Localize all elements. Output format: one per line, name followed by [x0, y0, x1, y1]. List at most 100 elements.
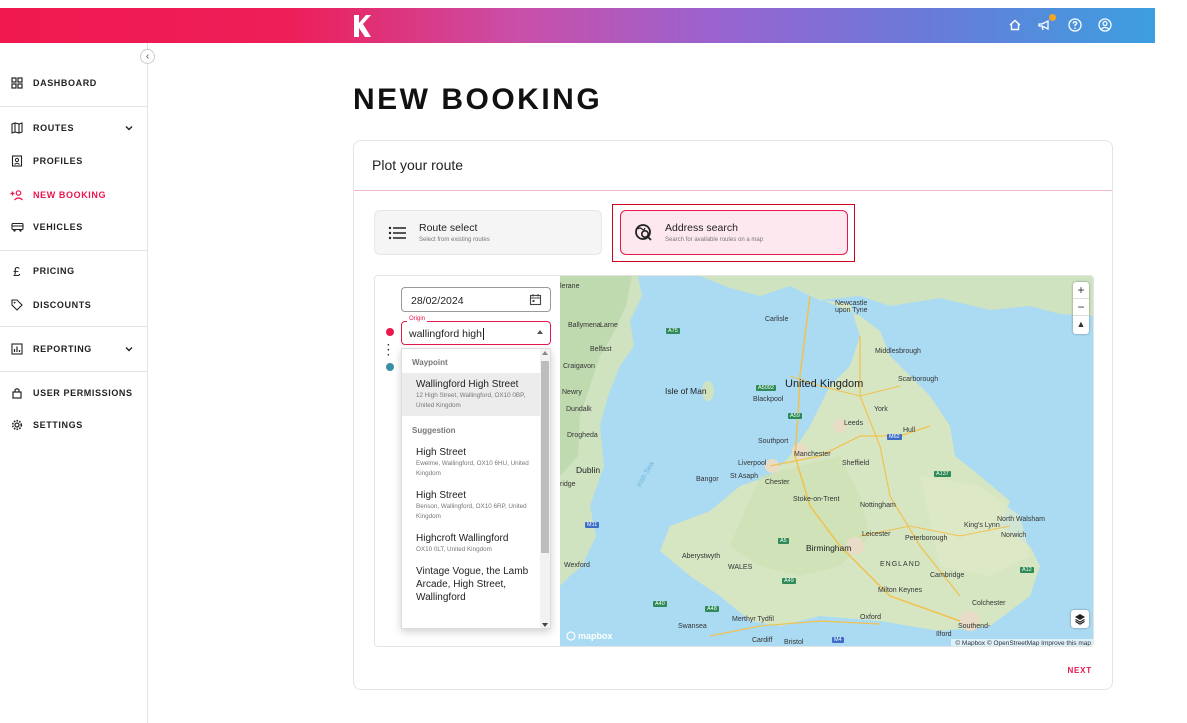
map-label: Dundalk — [566, 406, 592, 413]
map-label: Southport — [758, 438, 789, 445]
bus-icon — [10, 220, 24, 234]
mapbox-logo[interactable]: mapbox — [566, 631, 613, 641]
help-icon[interactable] — [1067, 17, 1083, 33]
address-search-option[interactable]: Address search Search for available rout… — [620, 210, 848, 255]
map-label: Sheffield — [842, 460, 870, 467]
scroll-down-icon[interactable] — [542, 623, 548, 627]
option-title: Wallingford High Street — [416, 379, 519, 390]
map-view[interactable]: lerane Ballymena Larne Belfast Craigavon… — [560, 276, 1093, 646]
origin-marker — [386, 328, 394, 336]
sidebar-item-settings[interactable]: SETTINGS — [0, 415, 147, 435]
map-label: Cardiff — [752, 637, 773, 644]
map-label: ENGLAND — [880, 561, 921, 568]
map-label: Dublin — [576, 465, 601, 475]
sidebar-item-profiles[interactable]: PROFILES — [0, 151, 147, 171]
sidebar-item-dashboard[interactable]: DASHBOARD — [0, 73, 147, 93]
map-label: WALES — [728, 564, 753, 571]
sidebar-item-reporting[interactable]: REPORTING — [0, 339, 147, 359]
dropdown-option[interactable]: Vintage Vogue, the Lamb Arcade, High Str… — [402, 560, 550, 609]
sidebar-item-label: DASHBOARD — [33, 78, 97, 88]
road-label: A48 — [705, 606, 719, 612]
sidebar-item-label: REPORTING — [33, 344, 92, 354]
sidebar-divider — [0, 106, 147, 107]
dropdown-scrollbar[interactable] — [540, 349, 550, 628]
gear-icon — [10, 418, 24, 432]
sidebar-item-discounts[interactable]: DISCOUNTS — [0, 295, 147, 315]
map-label: Colchester — [972, 600, 1006, 607]
map-label: Newry — [562, 389, 582, 396]
map-label: Hull — [903, 427, 916, 434]
mapbox-icon — [566, 631, 576, 641]
chevron-down-icon[interactable] — [123, 343, 135, 355]
destination-marker — [386, 363, 394, 371]
dropdown-option[interactable]: High Street Ewelme, Wallingford, OX10 6H… — [402, 441, 550, 484]
route-select-title: Route select — [419, 222, 478, 234]
scrollbar-thumb[interactable] — [541, 361, 549, 553]
map-label: Wexford — [564, 562, 590, 569]
map-label: Drogheda — [567, 432, 598, 439]
pound-icon: £ — [13, 263, 21, 279]
date-field[interactable]: 28/02/2024 — [401, 287, 551, 312]
route-select-subtitle: Select from existing routes — [419, 237, 490, 243]
mapbox-wordmark: mapbox — [578, 631, 613, 641]
zoom-controls: + − ▲ — [1073, 282, 1089, 334]
road-label: M11 — [585, 522, 600, 528]
map-label: Newcastle upon Tyne — [835, 300, 868, 314]
road-label: A40 — [653, 601, 667, 607]
account-icon[interactable] — [1097, 17, 1113, 33]
layers-icon[interactable] — [1071, 610, 1089, 628]
map-label: Belfast — [590, 346, 612, 353]
map-label: Southend- — [958, 623, 991, 630]
dropdown-option[interactable]: High Street Benson, Wallingford, OX10 6R… — [402, 484, 550, 527]
card-heading: Plot your route — [354, 141, 1112, 191]
brand-logo[interactable] — [352, 14, 372, 38]
sidebar-divider — [0, 371, 147, 372]
address-search-subtitle: Search for available routes on a map — [665, 237, 764, 243]
home-icon[interactable] — [1007, 17, 1023, 33]
sidebar-item-pricing[interactable]: £ PRICING — [0, 261, 147, 281]
map-attribution[interactable]: © Mapbox © OpenStreetMap Improve this ma… — [951, 639, 1093, 646]
sidebar-item-label: PRICING — [33, 266, 75, 276]
option-address: 12 High Street, Wallingford, OX10 0BP, U… — [416, 392, 526, 409]
map-label: Larne — [600, 322, 618, 329]
route-form: 28/02/2024 Origin wallingford high · · · W… — [375, 276, 560, 646]
profile-icon — [10, 154, 24, 168]
map-label: Birmingham — [806, 543, 852, 553]
zoom-out-button[interactable]: − — [1073, 299, 1089, 316]
map-label: Isle of Man — [665, 386, 707, 396]
road-label: A12 — [1020, 567, 1034, 573]
map-label: Ballymena — [568, 322, 601, 329]
map-label: Milton Keynes — [878, 587, 922, 594]
chevron-down-icon[interactable] — [123, 122, 135, 134]
dropdown-option[interactable]: Highcroft Wallingford OX10 0LT, United K… — [402, 527, 550, 560]
megaphone-icon[interactable] — [1037, 14, 1056, 33]
scroll-up-icon[interactable] — [542, 351, 548, 355]
sidebar-item-user-permissions[interactable]: USER PERMISSIONS — [0, 383, 147, 403]
option-address: Benson, Wallingford, OX10 6RP, United Ki… — [416, 503, 527, 520]
road-label: A59 — [788, 413, 802, 419]
compass-icon[interactable]: ▲ — [1073, 316, 1089, 333]
sidebar-item-vehicles[interactable]: VEHICLES — [0, 217, 147, 237]
sidebar-item-label: ROUTES — [33, 123, 75, 133]
dropdown-option[interactable]: Wallingford High Street 12 High Street, … — [402, 373, 550, 416]
sidebar-item-new-booking[interactable]: NEW BOOKING — [0, 185, 147, 205]
map-label: Scarborough — [898, 376, 939, 383]
map-label: Bristol — [784, 639, 804, 646]
map-label: Leeds — [844, 420, 864, 427]
date-value: 28/02/2024 — [411, 295, 464, 307]
map-label: Middlesbrough — [875, 348, 921, 355]
report-icon — [10, 342, 24, 356]
map-search-icon — [633, 222, 655, 244]
chevron-up-icon[interactable] — [537, 330, 543, 334]
zoom-in-button[interactable]: + — [1073, 282, 1089, 299]
origin-value: wallingford high — [409, 328, 482, 340]
sidebar-divider — [0, 250, 147, 251]
map-label: Nottingham — [860, 502, 896, 509]
chevron-left-icon[interactable]: ‹ — [140, 49, 155, 64]
map-label: Carlisle — [765, 316, 789, 323]
next-button[interactable]: NEXT — [1067, 666, 1092, 675]
sidebar-item-routes[interactable]: ROUTES — [0, 118, 147, 138]
origin-input[interactable]: Origin wallingford high — [401, 316, 551, 345]
route-select-option[interactable]: Route select Select from existing routes — [374, 210, 602, 255]
calendar-icon[interactable] — [529, 293, 542, 306]
